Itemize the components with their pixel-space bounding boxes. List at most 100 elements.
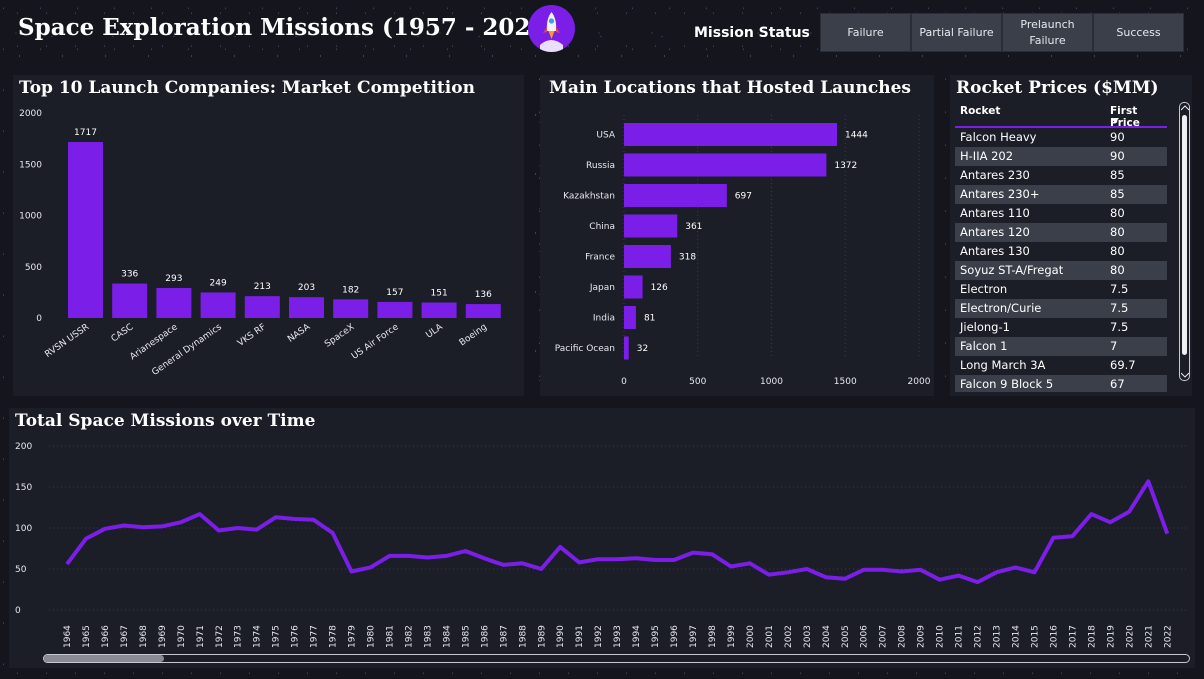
- bar: [624, 214, 678, 238]
- x-tick-label: 1993: [613, 625, 623, 648]
- table-row[interactable]: Electron 7.5: [955, 280, 1167, 299]
- x-tick-label: 2020: [1125, 625, 1135, 648]
- x-tick-label: SpaceX: [323, 322, 356, 349]
- data-label: 32: [637, 344, 648, 354]
- status-partial-failure-button[interactable]: Partial Failure: [911, 13, 1002, 52]
- y-tick-label: 0: [15, 606, 21, 616]
- first-price-cell: 90: [1110, 149, 1125, 163]
- data-label: 336: [121, 270, 138, 280]
- x-tick-label: 1987: [499, 625, 509, 648]
- x-tick-label: 2013: [993, 625, 1003, 648]
- bar: [624, 336, 629, 360]
- status-failure-button[interactable]: Failure: [820, 13, 911, 52]
- bar: [624, 184, 727, 207]
- x-tick-label: 1984: [442, 625, 452, 648]
- locations-panel: Main Locations that Hosted Launches 0 500…: [540, 75, 934, 396]
- x-tick-label: 1977: [310, 625, 320, 648]
- table-scrollbar-thumb[interactable]: [1182, 115, 1187, 355]
- first-price-cell: 69.7: [1110, 358, 1136, 372]
- data-label: 157: [386, 288, 403, 298]
- x-tick-label: 1000: [760, 377, 783, 387]
- bar: [156, 287, 192, 318]
- data-label: 1372: [834, 161, 857, 171]
- table-row[interactable]: Electron/Curie 7.5: [955, 299, 1167, 318]
- bar: [200, 292, 236, 318]
- y-tick-label: Japan: [589, 283, 615, 293]
- y-tick-label: 150: [15, 483, 32, 493]
- rocket-name-cell: Antares 130: [960, 244, 1030, 258]
- timeline-scrollbar-thumb[interactable]: [44, 655, 164, 662]
- status-success-button[interactable]: Success: [1093, 13, 1184, 52]
- x-tick-label: 2011: [955, 625, 965, 648]
- data-label: 293: [165, 274, 182, 284]
- table-row[interactable]: Soyuz ST-A/Fregat 80: [955, 261, 1167, 280]
- bar: [624, 306, 636, 329]
- x-tick-label: 1991: [575, 625, 585, 648]
- bar: [624, 153, 827, 177]
- x-tick-label: 1989: [537, 625, 547, 648]
- table-row[interactable]: H-IIA 202 90: [955, 147, 1167, 166]
- y-tick-label: Kazakhstan: [563, 192, 615, 202]
- data-label: 81: [644, 314, 655, 324]
- table-row[interactable]: Antares 230+ 85: [955, 185, 1167, 204]
- bar: [333, 299, 369, 318]
- x-tick-label: VKS RF: [236, 322, 268, 349]
- table-row[interactable]: Antares 230 85: [955, 166, 1167, 185]
- y-tick-label: China: [589, 222, 615, 232]
- bar: [289, 297, 324, 318]
- bar: [421, 302, 457, 318]
- table-row[interactable]: Antares 120 80: [955, 223, 1167, 242]
- table-row[interactable]: Antares 130 80: [955, 242, 1167, 261]
- y-tick-label: Russia: [586, 161, 615, 171]
- x-tick-label: 2015: [1030, 625, 1040, 648]
- bar: [68, 142, 103, 318]
- first-price-cell: 85: [1110, 187, 1125, 201]
- x-tick-label: 500: [689, 377, 706, 387]
- x-tick-label: 1971: [196, 625, 206, 648]
- table-row[interactable]: Falcon 1 7: [955, 337, 1167, 356]
- y-tick-label: 1500: [19, 160, 42, 170]
- first-price-cell: 80: [1110, 244, 1125, 258]
- x-tick-label: 2016: [1049, 625, 1059, 648]
- y-tick-label: 0: [36, 314, 42, 324]
- table-row[interactable]: Falcon 9 Block 5 67: [955, 375, 1167, 392]
- rocket-name-cell: Antares 110: [960, 206, 1030, 220]
- scroll-up-icon[interactable]: [1181, 105, 1189, 111]
- y-tick-label: 500: [25, 263, 42, 273]
- timeline-scrollbar[interactable]: [43, 654, 1190, 663]
- table-row[interactable]: Jielong-1 7.5: [955, 318, 1167, 337]
- x-tick-label: NASA: [286, 322, 313, 345]
- x-tick-label: 1990: [556, 625, 566, 648]
- x-tick-label: 2007: [879, 625, 889, 648]
- x-tick-label: 1994: [632, 625, 642, 648]
- timeline-chart: 0 50 100 150 200 1964 1965 1966 1967 1968 1969 1970…: [15, 442, 1189, 648]
- data-label: 213: [254, 282, 271, 292]
- first-price-cell: 7.5: [1110, 320, 1129, 334]
- table-row[interactable]: Falcon Heavy 90: [955, 128, 1167, 147]
- x-tick-label: 1500: [834, 377, 857, 387]
- x-tick-label: 1998: [708, 625, 718, 648]
- table-row[interactable]: Antares 110 80: [955, 204, 1167, 223]
- scroll-down-icon[interactable]: [1181, 372, 1189, 378]
- status-prelaunch-failure-button[interactable]: Prelaunch Failure: [1002, 13, 1093, 52]
- x-tick-label: 2001: [765, 625, 775, 648]
- x-tick-label: 2009: [917, 625, 927, 648]
- column-header-rocket[interactable]: Rocket: [955, 102, 1105, 126]
- column-header-first-price[interactable]: First Price: [1105, 102, 1167, 129]
- table-row[interactable]: Long March 3A 69.7: [955, 356, 1167, 375]
- x-tick-label: 1986: [480, 625, 490, 648]
- x-tick-label: 1983: [423, 625, 433, 648]
- x-tick-label: 2022: [1163, 625, 1173, 648]
- rocket-name-cell: Long March 3A: [960, 358, 1046, 372]
- first-price-cell: 85: [1110, 168, 1125, 182]
- y-tick-label: 200: [15, 442, 32, 452]
- x-tick-label: 1970: [177, 625, 187, 648]
- first-price-cell: 80: [1110, 206, 1125, 220]
- first-price-cell: 7: [1110, 339, 1118, 353]
- x-tick-label: US Air Force: [350, 322, 401, 362]
- x-tick-label: 2008: [898, 625, 908, 648]
- prices-panel-title: Rocket Prices ($MM): [956, 78, 1159, 98]
- x-tick-label: 1982: [404, 625, 414, 648]
- table-scrollbar[interactable]: [1179, 102, 1190, 381]
- first-price-cell: 90: [1110, 130, 1125, 144]
